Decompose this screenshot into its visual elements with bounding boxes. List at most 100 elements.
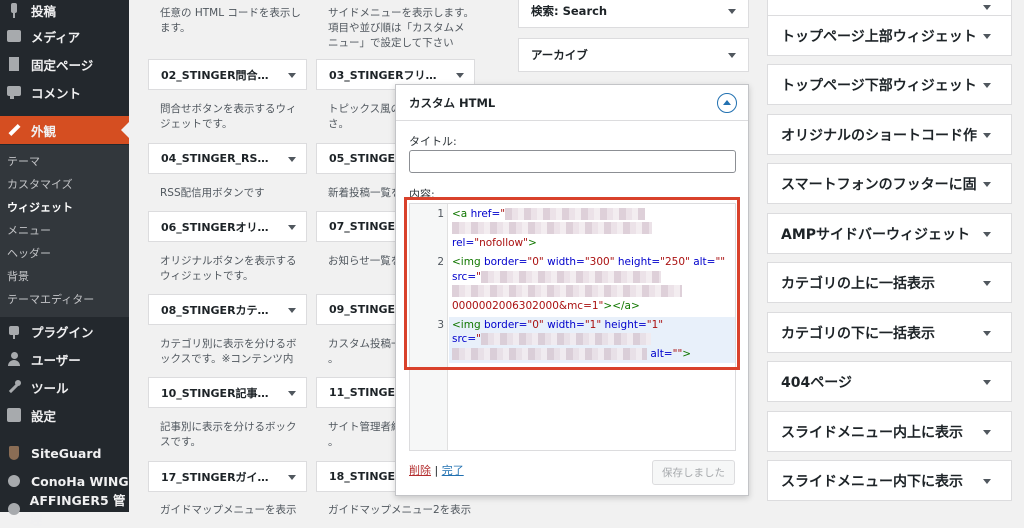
appearance-submenu: テーマ カスタマイズ ウィジェット メニュー ヘッダー 背景 テーマエディター	[0, 145, 129, 317]
widget-area-top-page-upper[interactable]: トップページ上部ウィジェット	[767, 15, 1012, 56]
widget-description: トピックス風の さ。	[328, 103, 402, 130]
menu-affinger5[interactable]: AFFINGER5 管理	[0, 493, 129, 527]
chevron-down-icon	[983, 34, 991, 39]
shield-icon	[6, 445, 22, 461]
widget-area-slide-menu-bottom[interactable]: スライドメニュー内下に表示	[767, 460, 1012, 501]
save-button[interactable]: 保存しました	[652, 460, 735, 485]
redacted-url	[480, 333, 651, 345]
chevron-down-icon	[728, 53, 736, 58]
menu-media[interactable]: メディア	[0, 22, 129, 50]
submenu-header[interactable]: ヘッダー	[7, 245, 51, 261]
widget-06-stinger-original[interactable]: 06_STINGERオリ…	[148, 211, 307, 242]
admin-sidebar: 投稿 メディア 固定ページ コメント 外観 テーマ カスタマイズ ウィジェット …	[0, 0, 129, 527]
gear-icon	[6, 501, 21, 517]
title-label: タイトル:	[409, 135, 457, 148]
widget-description: お知らせ一覧を	[328, 255, 402, 267]
brush-icon	[6, 122, 22, 138]
gear-icon	[6, 473, 22, 489]
widget-area-404[interactable]: 404ページ	[767, 361, 1012, 402]
menu-comments[interactable]: コメント	[0, 78, 129, 106]
chevron-down-icon	[288, 225, 296, 230]
menu-siteguard[interactable]: SiteGuard	[0, 439, 129, 467]
widget-area-shortcode[interactable]: オリジナルのショートコード作	[767, 114, 1012, 155]
widget-description: ガイドマップメニューを表示	[160, 504, 297, 516]
code-editor[interactable]: 1 2 3 <a href=" rel="nofollow"> <img bor…	[409, 203, 736, 451]
widget-area-top-page-lower[interactable]: トップページ下部ウィジェット	[767, 64, 1012, 105]
widget-description: カテゴリ別に表示を分けるボ ックスです。※コンテンツ内	[160, 338, 297, 365]
chevron-down-icon	[983, 281, 991, 286]
delete-link[interactable]: 削除	[409, 464, 431, 477]
redacted-url	[480, 271, 661, 283]
chevron-down-icon	[983, 380, 991, 385]
widget-description: カスタム投稿一 。	[328, 338, 402, 365]
sidebar-widget-archive[interactable]: アーカイブ	[518, 38, 749, 72]
widget-description: RSS配信用ボタンです	[160, 187, 265, 199]
chevron-down-icon	[288, 73, 296, 78]
menu-appearance[interactable]: 外観	[0, 116, 129, 144]
separator: |	[431, 464, 442, 477]
widget-10-stinger-article[interactable]: 10_STINGER記事…	[148, 377, 307, 408]
chevron-down-icon	[288, 391, 296, 396]
settings-icon	[6, 407, 22, 423]
widget-area-category-bottom[interactable]: カテゴリの下に一括表示	[767, 312, 1012, 353]
submenu-theme-editor[interactable]: テーマエディター	[7, 291, 94, 307]
widget-title: カスタム HTML	[409, 95, 496, 110]
code-line	[452, 285, 682, 297]
chevron-down-icon	[728, 9, 736, 14]
widget-description: 任意の HTML コードを表示し ます。	[160, 7, 301, 34]
title-input[interactable]	[409, 150, 736, 173]
done-link[interactable]: 完了	[442, 464, 464, 477]
code-line: src="	[452, 333, 651, 345]
code-line: <img border="0" width="1" height="1"	[452, 319, 664, 331]
widget-08-stinger-category[interactable]: 08_STINGERカテ…	[148, 294, 307, 325]
chevron-down-icon	[983, 182, 991, 187]
pin-icon	[6, 2, 22, 18]
widget-area-slide-menu-top[interactable]: スライドメニュー内上に表示	[767, 411, 1012, 452]
redacted-url	[452, 285, 682, 297]
code-line	[452, 222, 652, 234]
widget-description: 記事別に表示を分けるボック スです。	[160, 421, 297, 448]
chevron-down-icon	[456, 73, 464, 78]
menu-posts[interactable]: 投稿	[0, 0, 129, 24]
widget-description: サイドメニューを表示します。 項目や並び順は「カスタムメ ニュー」で設定して下さ…	[328, 7, 474, 49]
chevron-down-icon	[983, 83, 991, 88]
submenu-customize[interactable]: カスタマイズ	[7, 176, 73, 192]
comment-icon	[6, 84, 22, 100]
widget-description: ガイドマップメニュー2を表示	[328, 504, 472, 516]
code-line: 0000002006302000&mc=1"></a>	[452, 300, 640, 312]
chevron-down-icon	[983, 430, 991, 435]
widget-02-stinger-contact[interactable]: 02_STINGER問合…	[148, 59, 307, 90]
code-line: <img border="0" width="300" height="250"…	[452, 256, 726, 268]
code-line: alt="">	[452, 348, 691, 360]
redacted-url	[452, 348, 647, 360]
submenu-widgets[interactable]: ウィジェット	[7, 199, 73, 215]
chevron-down-icon	[983, 232, 991, 237]
chevron-down-icon	[983, 479, 991, 484]
widget-description: 問合せボタンを表示するウィ ジェットです。	[160, 103, 297, 130]
line-number: 3	[437, 319, 444, 331]
code-line: <a href="	[452, 208, 646, 220]
widget-header[interactable]: カスタム HTML	[396, 85, 748, 121]
menu-users[interactable]: ユーザー	[0, 345, 129, 373]
submenu-background[interactable]: 背景	[7, 268, 29, 284]
widget-description: オリジナルボタンを表示する ウィジェットです。	[160, 255, 297, 282]
menu-pages[interactable]: 固定ページ	[0, 50, 129, 78]
sidebar-widget-search[interactable]: 検索: Search	[518, 0, 749, 28]
menu-plugins[interactable]: プラグイン	[0, 317, 129, 345]
plugin-icon	[6, 323, 22, 339]
widget-area-category-top[interactable]: カテゴリの上に一括表示	[767, 262, 1012, 303]
widget-area-amp-sidebar[interactable]: AMPサイドバーウィジェット	[767, 213, 1012, 254]
user-icon	[6, 351, 22, 367]
widget-17-stinger-guide[interactable]: 17_STINGERガイ…	[148, 461, 307, 492]
widget-area-smartphone-footer[interactable]: スマートフォンのフッターに固	[767, 163, 1012, 204]
line-number: 1	[437, 208, 444, 220]
menu-tools[interactable]: ツール	[0, 373, 129, 401]
menu-settings[interactable]: 設定	[0, 401, 129, 429]
widget-description: サイト管理者紹 。	[328, 421, 402, 448]
widget-04-stinger-rss[interactable]: 04_STINGER_RS…	[148, 143, 307, 174]
submenu-themes[interactable]: テーマ	[7, 153, 40, 169]
collapse-toggle-icon[interactable]	[717, 93, 737, 113]
submenu-menus[interactable]: メニュー	[7, 222, 51, 238]
wrench-icon	[6, 379, 22, 395]
code-line: rel="nofollow">	[452, 237, 537, 249]
